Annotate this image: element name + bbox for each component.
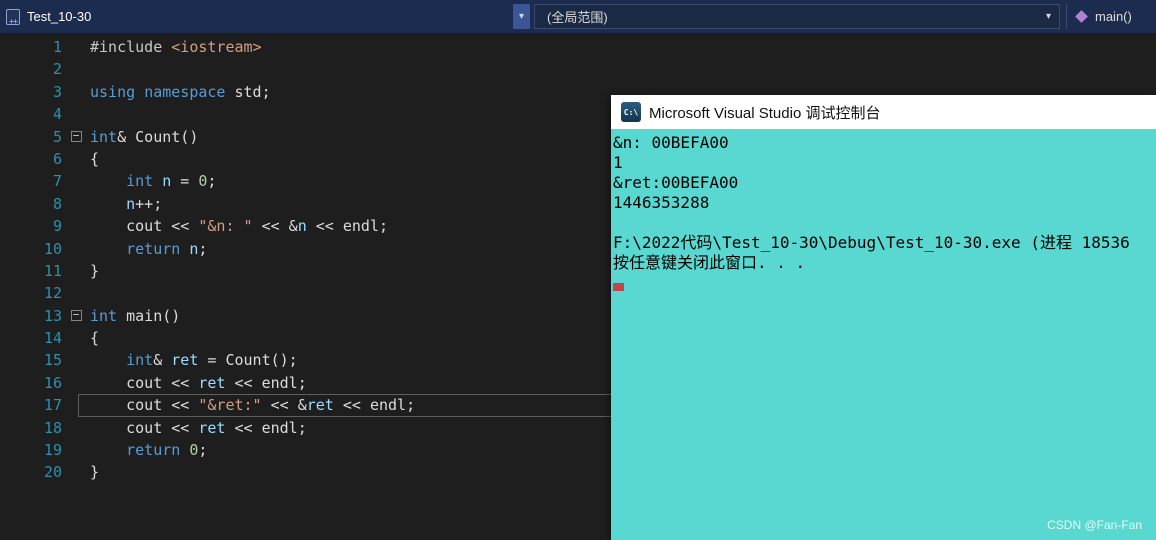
line-number: 8 — [52, 194, 62, 213]
console-line: 1446353288 — [613, 193, 710, 212]
code-text: #include <iostream> — [90, 38, 262, 56]
document-dropdown-button[interactable]: ▾ — [513, 4, 530, 29]
console-line: &ret:00BEFA00 — [613, 173, 739, 192]
line-number: 10 — [43, 239, 62, 258]
document-tab-label: Test_10-30 — [27, 9, 92, 24]
code-text: int main() — [90, 306, 181, 325]
console-line: &n: 00BEFA00 — [613, 133, 729, 152]
fold-gutter — [62, 349, 90, 371]
code-text: } — [90, 463, 100, 482]
watermark: CSDN @Fan-Fan — [1047, 518, 1142, 532]
navigation-bar: ++ Test_10-30 ▾ (全局范围) ▾ main() — [0, 0, 1156, 34]
code-text: cout << ret << endl; — [90, 418, 307, 437]
line-number: 11 — [43, 261, 62, 280]
code-text: return n; — [126, 239, 208, 258]
line-number: 20 — [43, 463, 62, 482]
code-text: } — [90, 261, 100, 280]
console-title: Microsoft Visual Studio 调试控制台 — [649, 104, 881, 122]
fold-gutter — [62, 461, 90, 483]
line-number: 16 — [43, 373, 62, 392]
console-line: F:\2022代码\Test_10-30\Debug\Test_10-30.ex… — [613, 233, 1130, 252]
fold-gutter — [62, 372, 90, 394]
function-dropdown-label: main() — [1095, 9, 1132, 24]
code-text: { — [90, 149, 100, 168]
code-text: cout << "&ret:" << &ret << endl; — [90, 396, 416, 415]
line-number: 12 — [43, 284, 62, 303]
code-text: int n = 0; — [126, 172, 217, 191]
code-text: cout << "&n: " << &n << endl; — [90, 217, 389, 236]
line-number: 19 — [43, 441, 62, 460]
fold-gutter — [62, 282, 90, 304]
chevron-down-icon: ▾ — [518, 10, 525, 22]
console-titlebar[interactable]: C:\ Microsoft Visual Studio 调试控制台 — [611, 95, 1156, 129]
cpp-file-icon: ++ — [6, 8, 20, 26]
line-number: 3 — [52, 82, 62, 101]
code-text: cout << ret << endl; — [90, 373, 307, 392]
code-line[interactable]: 1 #include <iostream> — [0, 36, 1156, 58]
code-text: n++; — [126, 194, 163, 213]
fold-gutter — [62, 148, 90, 170]
fold-gutter — [62, 215, 90, 237]
code-text: int& Count() — [90, 127, 199, 146]
line-number: 9 — [52, 217, 62, 236]
line-number: 15 — [43, 351, 62, 370]
fold-gutter — [62, 394, 90, 416]
code-text: return 0; — [126, 441, 208, 460]
console-lines: &n: 00BEFA00 1 &ret:00BEFA00 1446353288 F:\2… — [613, 133, 1156, 273]
line-number: 4 — [52, 105, 62, 124]
document-tab[interactable]: ++ Test_10-30 — [0, 0, 91, 33]
fold-gutter — [62, 58, 90, 80]
fold-gutter — [62, 36, 90, 58]
line-number: 2 — [52, 60, 62, 79]
fold-gutter — [62, 81, 90, 103]
console-line: 1 — [613, 153, 623, 172]
fold-marker[interactable]: − — [62, 126, 90, 148]
line-number: 17 — [43, 396, 62, 415]
fold-gutter — [62, 103, 90, 125]
code-text: int& ret = Count(); — [126, 351, 298, 370]
console-cursor — [613, 283, 624, 291]
line-number: 7 — [52, 172, 62, 191]
code-text: { — [90, 329, 100, 348]
line-number: 1 — [52, 38, 62, 56]
line-number: 13 — [43, 306, 62, 325]
console-icon: C:\ — [621, 102, 641, 122]
console-output: &n: 00BEFA00 1 &ret:00BEFA00 1446353288 F:\2… — [611, 129, 1156, 540]
method-icon — [1075, 10, 1088, 23]
line-number: 18 — [43, 418, 62, 437]
fold-gutter — [62, 417, 90, 439]
line-number: 6 — [52, 149, 62, 168]
fold-gutter — [62, 193, 90, 215]
code-line[interactable]: 2 — [0, 58, 1156, 80]
fold-gutter — [62, 439, 90, 461]
code-text: using namespace std; — [90, 82, 271, 101]
fold-gutter — [62, 238, 90, 260]
collapse-icon[interactable]: − — [70, 309, 82, 322]
fold-gutter — [62, 260, 90, 282]
scope-dropdown[interactable]: (全局范围) ▾ — [534, 4, 1060, 29]
console-line: 按任意键关闭此窗口. . . — [613, 253, 806, 272]
console-window: C:\ Microsoft Visual Studio 调试控制台 &n: 00… — [611, 95, 1156, 540]
scope-dropdown-label: (全局范围) — [547, 10, 608, 25]
collapse-icon[interactable]: − — [70, 130, 82, 143]
line-number: 5 — [52, 127, 62, 146]
function-dropdown[interactable]: main() — [1066, 4, 1132, 29]
chevron-down-icon: ▾ — [1045, 10, 1051, 22]
fold-gutter — [62, 170, 90, 192]
fold-gutter — [62, 327, 90, 349]
line-number: 14 — [43, 329, 62, 348]
fold-marker[interactable]: − — [62, 305, 90, 327]
